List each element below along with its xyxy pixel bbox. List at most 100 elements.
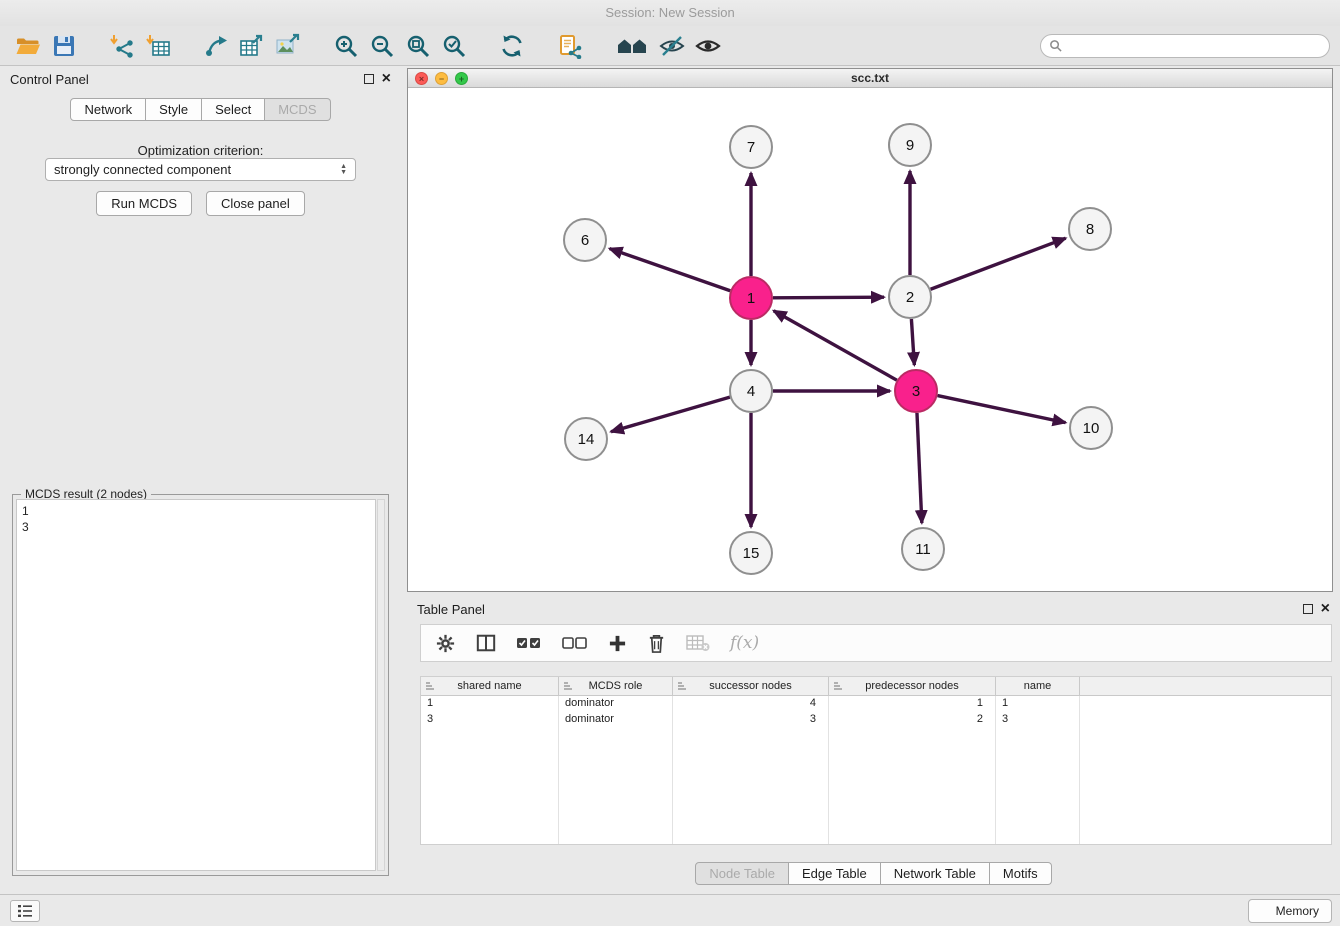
save-session-button[interactable] [46,30,82,62]
style-preview-button[interactable] [654,30,690,62]
node-label: 6 [581,232,589,249]
cell-mcds-role: dominator [559,712,673,728]
table-toolbar: f(x) [420,624,1332,662]
search-box[interactable] [1040,34,1330,58]
deselect-all-button[interactable] [562,634,588,652]
tab-style[interactable]: Style [146,98,202,121]
node-1[interactable]: 1 [730,277,772,319]
edge-4-14[interactable] [611,397,730,432]
search-input[interactable] [1067,39,1321,53]
run-mcds-button[interactable]: Run MCDS [96,191,192,216]
copy-view-button[interactable] [552,30,588,62]
function-builder-button: f(x) [730,633,759,653]
open-session-button[interactable] [10,30,46,62]
add-column-button[interactable] [608,634,627,653]
gear-icon [435,633,456,654]
network-graph[interactable]: 7 9 6 8 1 2 4 3 14 10 15 11 [408,88,1332,591]
table-settings-button[interactable] [435,633,456,654]
tab-select[interactable]: Select [202,98,265,121]
close-panel-button[interactable]: Close panel [206,191,305,216]
column-label: shared name [457,680,521,692]
maximize-window-icon[interactable]: + [455,72,468,85]
tab-network-table[interactable]: Network Table [881,862,990,885]
node-label: 10 [1083,420,1100,437]
edge-3-1[interactable] [774,311,897,380]
export-network-button[interactable] [198,30,234,62]
control-panel-tabs: Network Style Select MCDS [0,98,401,121]
sort-icon [677,681,687,691]
close-panel-icon[interactable]: × [382,74,391,84]
status-bar: Memory [0,894,1340,926]
column-header-name[interactable]: name [996,677,1080,695]
node-7[interactable]: 7 [730,126,772,168]
network-window-titlebar[interactable]: × − + scc.txt [408,69,1332,88]
node-table[interactable]: shared name MCDS role successor nodes pr… [420,676,1332,845]
node-6[interactable]: 6 [564,219,606,261]
plus-icon [608,634,627,653]
criterion-dropdown[interactable]: strongly connected component ▲▼ [45,158,356,181]
edge-1-2[interactable] [773,297,884,298]
table-row[interactable]: 3 dominator 3 2 3 [421,712,1331,728]
result-scrollbar[interactable] [377,499,385,871]
show-hide-button[interactable] [690,30,726,62]
zoom-selected-button[interactable] [436,30,472,62]
houses-icon [616,33,648,59]
sort-icon [425,681,435,691]
zoom-in-button[interactable] [328,30,364,62]
minimize-window-icon[interactable]: − [435,72,448,85]
show-columns-button[interactable] [476,633,496,653]
export-table-icon [239,33,265,59]
save-icon [51,33,77,59]
tab-motifs[interactable]: Motifs [990,862,1052,885]
console-button[interactable] [10,900,40,922]
node-4[interactable]: 4 [730,370,772,412]
node-8[interactable]: 8 [1069,208,1111,250]
table-row[interactable]: 1 dominator 4 1 1 [421,696,1331,712]
delete-column-button[interactable] [647,633,666,654]
edge-3-10[interactable] [938,396,1066,423]
float-panel-icon[interactable] [364,74,374,84]
float-table-panel-icon[interactable] [1303,604,1313,614]
tab-node-table[interactable]: Node Table [695,862,789,885]
mcds-result-list[interactable]: 1 3 [16,499,376,871]
column-label: successor nodes [709,680,792,692]
tab-network[interactable]: Network [70,98,146,121]
edge-2-3[interactable] [911,319,914,365]
export-image-button[interactable] [270,30,306,62]
close-table-panel-icon[interactable]: × [1321,604,1330,614]
import-table-button[interactable] [140,30,176,62]
zoom-fit-button[interactable] [400,30,436,62]
network-window-title: scc.txt [851,71,889,85]
network-canvas[interactable]: 7 9 6 8 1 2 4 3 14 10 15 11 [408,88,1332,591]
network-overview-button[interactable] [610,30,654,62]
export-image-icon [275,33,301,59]
memory-button[interactable]: Memory [1248,899,1332,923]
main-toolbar [0,26,1340,66]
node-10[interactable]: 10 [1070,407,1112,449]
refresh-view-button[interactable] [494,30,530,62]
edge-1-6[interactable] [610,249,731,291]
close-window-icon[interactable]: × [415,72,428,85]
tab-edge-table[interactable]: Edge Table [789,862,881,885]
node-3[interactable]: 3 [895,370,937,412]
zoom-out-button[interactable] [364,30,400,62]
tab-mcds[interactable]: MCDS [265,98,330,121]
dropdown-stepper-icon: ▲▼ [340,164,347,176]
select-all-button[interactable] [516,634,542,652]
column-header-predecessor-nodes[interactable]: predecessor nodes [829,677,996,695]
column-header-shared-name[interactable]: shared name [421,677,559,695]
node-2[interactable]: 2 [889,276,931,318]
edge-3-11[interactable] [917,413,922,523]
node-15[interactable]: 15 [730,532,772,574]
node-label: 9 [906,137,914,154]
column-header-mcds-role[interactable]: MCDS role [559,677,673,695]
import-network-button[interactable] [104,30,140,62]
edge-2-8[interactable] [931,238,1066,289]
node-14[interactable]: 14 [565,418,607,460]
cell-shared-name: 3 [421,712,559,728]
column-label: MCDS role [589,680,643,692]
export-table-button[interactable] [234,30,270,62]
node-11[interactable]: 11 [902,528,944,570]
node-9[interactable]: 9 [889,124,931,166]
column-header-successor-nodes[interactable]: successor nodes [673,677,829,695]
